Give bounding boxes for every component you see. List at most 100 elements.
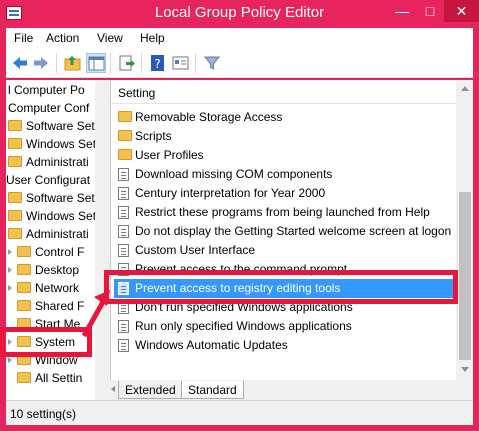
tree-item-label: Software Set	[26, 191, 95, 205]
tree-item-label: Software Set	[26, 119, 95, 133]
list-item-label: User Profiles	[135, 148, 204, 162]
list-item-label: Restrict these programs from being launc…	[135, 205, 430, 219]
folder-icon	[17, 372, 31, 383]
tree-item-label: Desktop	[35, 263, 80, 277]
folder-icon	[8, 120, 22, 131]
tree-item-label: Administrati	[26, 227, 89, 241]
list-item[interactable]: Run only specified Windows applications	[114, 317, 455, 336]
list-item[interactable]: Do not display the Getting Started welco…	[114, 222, 455, 241]
list-item-label: Scripts	[135, 129, 172, 143]
list-item-label: Download missing COM components	[135, 167, 333, 181]
folder-icon	[17, 264, 31, 275]
group-policy-window: Local Group Policy Editor — □ ✕ File Act…	[0, 0, 479, 431]
scroll-down-arrow-icon[interactable]	[461, 367, 469, 372]
toolbar-separator	[110, 53, 111, 73]
maximize-button[interactable]: □	[416, 0, 444, 22]
tree-item-label: Windows Set	[26, 137, 97, 151]
toolbar: ?	[6, 48, 473, 78]
tree-item-label: Computer Conf	[8, 101, 90, 115]
view-tabs: Extended Standard	[110, 380, 473, 400]
export-list-icon[interactable]	[117, 53, 137, 73]
setting-icon	[118, 244, 129, 257]
tree-item-windows-settings[interactable]: Windows Set	[8, 209, 96, 227]
tab-extended[interactable]: Extended	[118, 381, 183, 399]
status-text: 10 setting(s)	[10, 407, 77, 421]
tree-item-desktop[interactable]: Desktop	[8, 263, 79, 281]
scrollbar-thumb[interactable]	[459, 192, 471, 360]
list-item[interactable]: Restrict these programs from being launc…	[114, 203, 455, 222]
list-item[interactable]: Custom User Interface	[114, 241, 455, 260]
folder-icon	[8, 210, 22, 221]
close-button[interactable]: ✕	[444, 0, 479, 22]
tree-item-label: Administrati	[26, 155, 89, 169]
menu-view[interactable]: View	[97, 31, 123, 45]
help-icon[interactable]: ?	[148, 53, 168, 73]
tree-item-all-settings[interactable]: All Settin	[8, 371, 82, 389]
folder-icon	[118, 111, 132, 122]
column-header-label: Setting	[118, 86, 156, 100]
forward-arrow-icon[interactable]	[31, 53, 51, 73]
tree-item-label: Network	[35, 281, 80, 295]
menu-action[interactable]: Action	[46, 31, 79, 45]
expand-arrow-icon[interactable]	[8, 357, 12, 363]
folder-icon	[8, 138, 22, 149]
list-item-label: Run only specified Windows applications	[135, 319, 352, 333]
tree-item-local-computer-policy[interactable]: l Computer Po	[8, 83, 85, 101]
tree-item-user-configuration[interactable]: User Configurat	[6, 173, 90, 191]
title-bar[interactable]: Local Group Policy Editor — □ ✕	[0, 0, 479, 26]
list-item[interactable]: Removable Storage Access	[114, 108, 455, 127]
menu-help[interactable]: Help	[140, 31, 165, 45]
list-item-label: Removable Storage Access	[135, 110, 283, 124]
expand-arrow-icon[interactable]	[8, 285, 12, 291]
tree-item-shared-folders[interactable]: Shared F	[8, 299, 84, 317]
setting-icon	[118, 339, 129, 352]
annotation-highlight-system	[0, 327, 92, 357]
tree-item-software-settings[interactable]: Software Set	[8, 119, 95, 137]
list-item-label: Custom User Interface	[135, 243, 256, 257]
tree-item-label: Control F	[35, 245, 85, 259]
tree-item-computer-configuration[interactable]: Computer Conf	[8, 101, 89, 119]
tree-item-administrative-templates[interactable]: Administrati	[8, 155, 89, 173]
list-item[interactable]: Download missing COM components	[114, 165, 455, 184]
expand-arrow-icon[interactable]	[8, 249, 12, 255]
tree-scrollbar[interactable]	[95, 80, 105, 400]
column-header-setting[interactable]: Setting	[111, 80, 456, 104]
folder-icon	[8, 228, 22, 239]
tree-item-label: All Settin	[35, 371, 83, 385]
list-item[interactable]: Windows Automatic Updates	[114, 336, 455, 355]
svg-text:?: ?	[154, 57, 160, 71]
annotation-highlight-selected-setting	[104, 270, 458, 304]
status-bar: 10 setting(s)	[6, 400, 473, 425]
setting-icon	[118, 206, 129, 219]
toolbar-separator	[56, 53, 57, 73]
properties-icon[interactable]	[171, 53, 191, 73]
settings-list-pane: Setting Removable Storage Access Scripts…	[110, 80, 473, 380]
filter-icon[interactable]	[202, 53, 222, 73]
list-item-label: Do not display the Getting Started welco…	[135, 224, 452, 238]
folder-icon	[17, 246, 31, 257]
folder-icon	[8, 156, 22, 167]
up-folder-icon[interactable]	[63, 53, 83, 73]
list-item[interactable]: Scripts	[114, 127, 455, 146]
tree-item-administrative-templates[interactable]: Administrati	[8, 227, 89, 245]
tree-item-software-settings[interactable]: Software Set	[8, 191, 95, 209]
folder-icon	[17, 300, 31, 311]
menu-file[interactable]: File	[14, 31, 33, 45]
tree-item-windows-settings[interactable]: Windows Set	[8, 137, 96, 155]
folder-icon	[118, 130, 132, 141]
minimize-button[interactable]: —	[388, 0, 416, 22]
tab-standard[interactable]: Standard	[181, 381, 244, 399]
list-scrollbar[interactable]	[456, 80, 473, 380]
back-arrow-icon[interactable]	[10, 53, 30, 73]
expand-arrow-icon	[8, 303, 12, 309]
expand-arrow-icon[interactable]	[8, 267, 12, 273]
show-hide-tree-icon[interactable]	[86, 53, 106, 73]
scroll-up-arrow-icon[interactable]	[461, 86, 469, 91]
list-item[interactable]: User Profiles	[114, 146, 455, 165]
setting-icon	[118, 187, 129, 200]
folder-icon	[118, 149, 132, 160]
folder-icon	[17, 282, 31, 293]
tree-item-control-panel[interactable]: Control F	[8, 245, 84, 263]
tree-item-network[interactable]: Network	[8, 281, 79, 299]
list-item[interactable]: Century interpretation for Year 2000	[114, 184, 455, 203]
